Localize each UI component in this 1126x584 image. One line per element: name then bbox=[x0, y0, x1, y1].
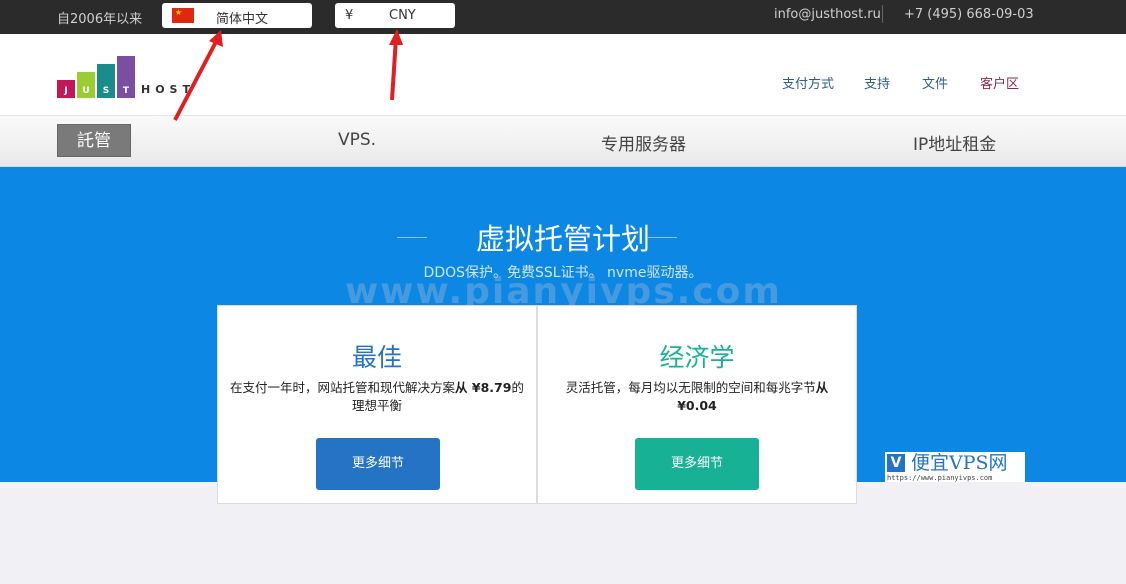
divider bbox=[882, 5, 883, 23]
plan-title: 经济学 bbox=[659, 343, 735, 372]
title-line-right bbox=[647, 237, 677, 238]
nav-docs[interactable]: 文件 bbox=[922, 73, 948, 92]
language-value: 简体中文 bbox=[216, 12, 269, 27]
badge-v-icon: V bbox=[887, 454, 905, 472]
nav-payment[interactable]: 支付方式 bbox=[782, 73, 834, 92]
tab-vps[interactable]: VPS. bbox=[338, 130, 376, 150]
currency-select[interactable]: ¥ CNY bbox=[335, 3, 455, 28]
currency-value: CNY bbox=[389, 8, 416, 23]
tab-dedicated[interactable]: 专用服务器 bbox=[601, 130, 686, 155]
plan-description: 灵活托管，每月均以无限制的空间和每兆字节从 ¥0.04 bbox=[565, 380, 829, 413]
logo-host-text: HOST bbox=[141, 83, 195, 96]
logo-bar-t: T bbox=[117, 56, 135, 98]
logo-bar-s: S bbox=[97, 64, 115, 98]
plan-card-best: 最佳 在支付一年时，网站托管和现代解决方案从 ¥8.79的理想平衡 更多细节 bbox=[217, 305, 537, 504]
plan-card-economy: 经济学 灵活托管，每月均以无限制的空间和每兆字节从 ¥0.04 更多细节 bbox=[537, 305, 857, 504]
more-details-button[interactable]: 更多细节 bbox=[316, 438, 440, 490]
hero-title: 虚拟托管计划 bbox=[475, 222, 650, 256]
nav-client-area[interactable]: 客户区 bbox=[980, 73, 1019, 92]
site-header: J U S T HOST 支付方式 支持 文件 客户区 bbox=[0, 34, 1126, 116]
watermark-badge: V 便宜VPS网 https://www.pianyivps.com bbox=[885, 452, 1025, 482]
china-flag-icon: ★ bbox=[172, 8, 194, 23]
tab-ip-rent[interactable]: IP地址租金 bbox=[913, 130, 996, 155]
tab-hosting[interactable]: 託管 bbox=[57, 124, 131, 157]
justhost-logo[interactable]: J U S T HOST bbox=[57, 53, 197, 98]
nav-support[interactable]: 支持 bbox=[864, 73, 890, 92]
top-bar: 自2006年以来 ★ 简体中文 ¥ CNY info@justhost.ru +… bbox=[0, 0, 1126, 34]
email-link[interactable]: info@justhost.ru bbox=[774, 7, 881, 22]
badge-name: 便宜VPS网 bbox=[911, 452, 1008, 474]
product-tabs: 託管 VPS. 专用服务器 IP地址租金 bbox=[0, 116, 1126, 167]
plan-description: 在支付一年时，网站托管和现代解决方案从 ¥8.79的理想平衡 bbox=[230, 380, 524, 413]
plan-title: 最佳 bbox=[351, 343, 402, 372]
more-details-button[interactable]: 更多细节 bbox=[635, 438, 759, 490]
language-select[interactable]: ★ 简体中文 bbox=[162, 3, 312, 28]
logo-bar-j: J bbox=[57, 80, 75, 98]
phone-link[interactable]: +7 (495) 668-09-03 bbox=[904, 7, 1034, 22]
badge-url: https://www.pianyivps.com bbox=[887, 474, 993, 482]
logo-bar-u: U bbox=[77, 72, 95, 98]
since-text: 自2006年以来 bbox=[57, 12, 143, 27]
yen-icon: ¥ bbox=[345, 8, 354, 23]
